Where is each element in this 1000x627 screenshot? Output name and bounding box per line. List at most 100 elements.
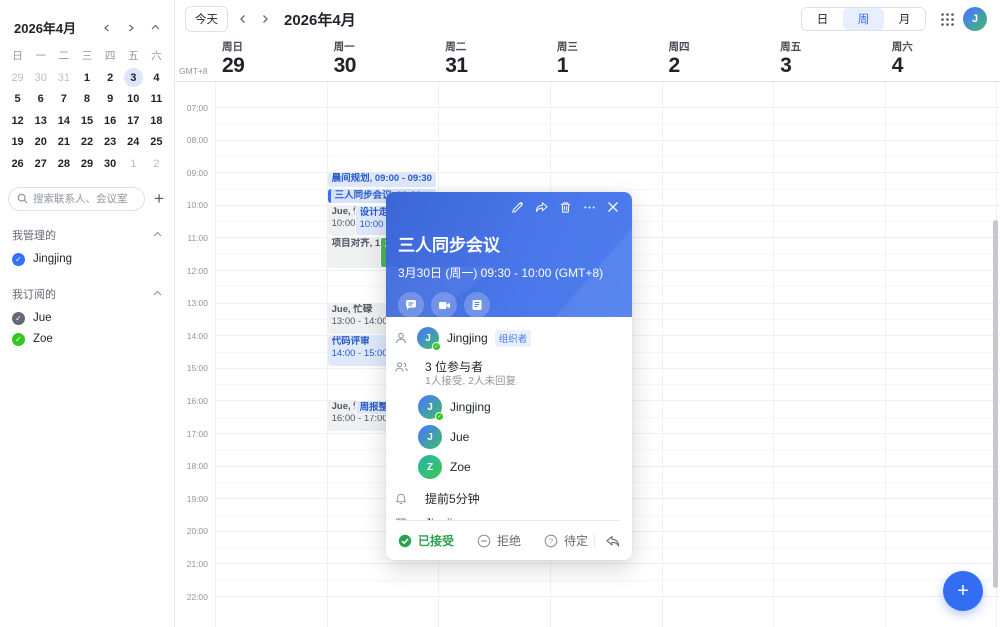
chat-button[interactable] <box>398 292 424 317</box>
participant-row[interactable]: ZZoe <box>409 455 622 479</box>
mini-day[interactable]: 22 <box>75 132 98 154</box>
organizer-row: J✓ Jingjing 组织者 <box>394 327 622 349</box>
day-header[interactable]: 周三1 <box>550 38 662 81</box>
participant-row[interactable]: J✓Jingjing <box>409 395 622 419</box>
minus-circle-icon <box>477 534 491 548</box>
mini-day[interactable]: 10 <box>122 89 145 111</box>
next-week-icon[interactable] <box>258 14 272 24</box>
bell-icon <box>394 493 408 505</box>
mini-day[interactable]: 14 <box>52 110 75 132</box>
mini-day[interactable]: 30 <box>99 153 122 175</box>
rsvp-accepted-button[interactable]: 已接受 <box>398 532 454 549</box>
mini-day[interactable]: 28 <box>52 153 75 175</box>
prev-week-icon[interactable] <box>236 14 250 24</box>
mini-day[interactable]: 7 <box>52 89 75 111</box>
popup-event-title: 三人同步会议 <box>398 231 620 256</box>
mini-weekday-label: 一 <box>29 47 52 65</box>
search-input[interactable] <box>33 193 136 205</box>
mini-day[interactable]: 16 <box>99 110 122 132</box>
popup-body: J✓ Jingjing 组织者 3 位参与者 1人接受, 2人未回复 J✓Jin… <box>386 317 632 520</box>
question-circle-icon: ? <box>544 534 558 548</box>
calendar-check-icon: ✓ <box>12 312 25 325</box>
mini-collapse-icon[interactable] <box>148 21 162 35</box>
mini-day[interactable]: 23 <box>99 132 122 154</box>
mini-day[interactable]: 29 <box>75 153 98 175</box>
delete-icon[interactable] <box>558 200 572 214</box>
mini-day[interactable]: 17 <box>122 110 145 132</box>
video-call-button[interactable] <box>431 292 457 317</box>
mini-day[interactable]: 27 <box>29 153 52 175</box>
time-label: 16:00 <box>175 396 208 406</box>
calendar-section-header[interactable]: 我订阅的 <box>10 284 164 308</box>
calendar-list-item[interactable]: ✓Jingjing <box>10 249 164 270</box>
mini-next-icon[interactable] <box>124 21 138 35</box>
apps-grid-icon[interactable] <box>940 12 955 27</box>
calendar-section-header[interactable]: 我管理的 <box>10 225 164 249</box>
mini-day[interactable]: 18 <box>145 110 168 132</box>
mini-day[interactable]: 29 <box>6 67 29 89</box>
more-icon[interactable] <box>582 200 596 214</box>
mini-day[interactable]: 1 <box>75 67 98 89</box>
hour-line <box>215 107 1000 108</box>
share-icon[interactable] <box>534 200 548 214</box>
mini-day[interactable]: 9 <box>99 89 122 111</box>
mini-day[interactable]: 8 <box>75 89 98 111</box>
day-header[interactable]: 周五3 <box>773 38 885 81</box>
mini-day[interactable]: 31 <box>52 67 75 89</box>
meeting-notes-button[interactable] <box>464 292 490 317</box>
rsvp-decline-button[interactable]: 拒绝 <box>477 532 521 549</box>
search-icon <box>17 193 28 204</box>
user-avatar[interactable]: J <box>963 7 987 31</box>
mini-day[interactable]: 30 <box>29 67 52 89</box>
half-hour-line <box>215 156 1000 157</box>
person-icon <box>394 332 408 344</box>
column-divider <box>773 82 774 627</box>
day-header[interactable]: 周四2 <box>662 38 774 81</box>
hour-line <box>215 140 1000 141</box>
day-header[interactable]: 周六4 <box>885 38 997 81</box>
mini-day[interactable]: 3 <box>122 67 145 89</box>
calendar-check-icon: ✓ <box>12 333 25 346</box>
mini-day[interactable]: 4 <box>145 67 168 89</box>
mini-day[interactable]: 13 <box>29 110 52 132</box>
day-header[interactable]: 周一30 <box>327 38 439 81</box>
view-tab-月[interactable]: 月 <box>884 8 925 30</box>
mini-day[interactable]: 20 <box>29 132 52 154</box>
mini-day[interactable]: 26 <box>6 153 29 175</box>
add-calendar-button[interactable]: + <box>152 190 166 207</box>
vertical-scrollbar[interactable] <box>993 220 998 588</box>
event[interactable]: 晨间规划, 09:00 - 09:30 <box>328 172 437 187</box>
mini-day[interactable]: 15 <box>75 110 98 132</box>
create-event-button[interactable]: + <box>943 571 983 611</box>
group-icon <box>394 361 408 373</box>
view-tab-周[interactable]: 周 <box>843 8 884 30</box>
time-label: 09:00 <box>175 168 208 178</box>
mini-day[interactable]: 24 <box>122 132 145 154</box>
mini-day[interactable]: 21 <box>52 132 75 154</box>
mini-day[interactable]: 1 <box>122 153 145 175</box>
close-icon[interactable] <box>606 200 620 214</box>
day-header[interactable]: 周日29 <box>215 38 327 81</box>
mini-day[interactable]: 12 <box>6 110 29 132</box>
search-box[interactable] <box>8 187 145 211</box>
mini-day[interactable]: 2 <box>145 153 168 175</box>
mini-day[interactable]: 2 <box>99 67 122 89</box>
mini-day[interactable]: 19 <box>6 132 29 154</box>
rsvp-reply-button[interactable] <box>601 534 620 548</box>
mini-day[interactable]: 11 <box>145 89 168 111</box>
calendar-list-item[interactable]: ✓Jue <box>10 308 164 329</box>
edit-icon[interactable] <box>510 200 524 214</box>
mini-day[interactable]: 25 <box>145 132 168 154</box>
rsvp-tentative-button[interactable]: ? 待定 <box>544 532 588 549</box>
day-header[interactable]: 周二31 <box>438 38 550 81</box>
view-tab-日[interactable]: 日 <box>802 8 843 30</box>
participant-avatar: J✓ <box>418 395 442 419</box>
calendar-list-item[interactable]: ✓Zoe <box>10 329 164 350</box>
time-label: 19:00 <box>175 494 208 504</box>
mini-day[interactable]: 5 <box>6 89 29 111</box>
mini-prev-icon[interactable] <box>100 21 114 35</box>
participant-row[interactable]: JJue <box>409 425 622 449</box>
mini-day[interactable]: 6 <box>29 89 52 111</box>
time-label: 12:00 <box>175 266 208 276</box>
today-button[interactable]: 今天 <box>185 6 228 32</box>
